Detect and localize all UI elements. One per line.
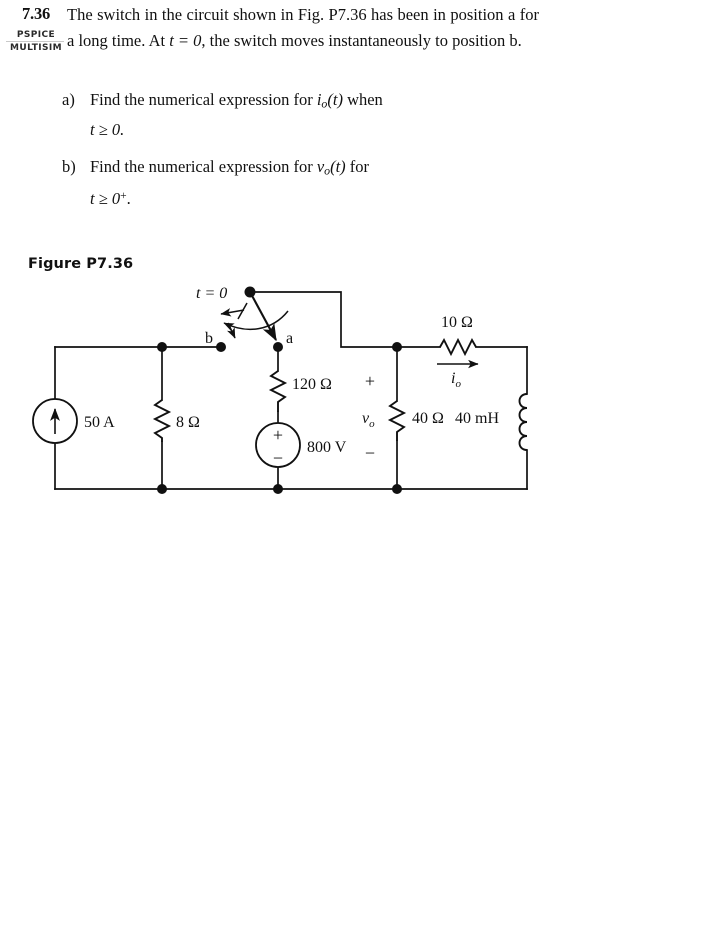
part-a-condition: t ≥ 0. <box>90 120 125 140</box>
voltage-source-plus-sign: + <box>273 425 283 445</box>
wire-pivot-to-right-node <box>249 291 398 348</box>
problem-part-a: a) Find the numerical expression for io(… <box>62 87 538 143</box>
resistor-40-label: 40 Ω <box>412 410 444 427</box>
switch-terminal-a-node <box>273 342 283 352</box>
resistor-8-label: 8 Ω <box>176 414 200 431</box>
resistor-40-symbol <box>387 400 407 441</box>
problem-statement: The switch in the circuit shown in Fig. … <box>67 2 539 53</box>
node-bottom-left <box>157 484 167 494</box>
switch-terminal-b-label: b <box>205 330 213 347</box>
statement-text-2: , the switch moves instantaneously to po… <box>201 30 522 50</box>
voltage-source-800-label: 800 V <box>307 439 347 456</box>
resistor-10-label: 10 Ω <box>441 314 473 331</box>
resistor-10-symbol <box>439 337 477 357</box>
simulation-badges: PSPICE MULTISIM <box>6 30 66 54</box>
node-bottom-right <box>392 484 402 494</box>
part-b-marker: b) <box>62 156 76 176</box>
resistor-120-label: 120 Ω <box>292 376 332 393</box>
switch-t0-pointer-icon <box>220 308 245 317</box>
current-source-label: 50 A <box>84 414 115 431</box>
inductor-40mh-label: 40 mH <box>455 410 499 427</box>
part-b-condition: t ≥ 0 <box>90 188 121 208</box>
statement-t-equals-zero: t = 0 <box>169 30 202 50</box>
resistor-120-symbol <box>268 370 288 412</box>
inductor-40mh-symbol <box>518 393 528 451</box>
vo-plus-sign: + <box>365 371 375 391</box>
resistor-8-symbol <box>152 399 172 442</box>
part-a-marker: a) <box>62 90 75 109</box>
problem-parts: a) Find the numerical expression for io(… <box>62 87 538 222</box>
part-b-text-2: for <box>345 156 370 176</box>
switch-motion-arc-icon <box>223 310 289 332</box>
figure-caption: Figure P7.36 <box>28 256 134 272</box>
multisim-badge: MULTISIM <box>10 43 62 54</box>
part-b-symbol-arg: (t) <box>330 156 346 176</box>
switch-time-label: t = 0 <box>196 285 227 302</box>
switch-arc-tick-icon <box>237 302 248 320</box>
node-bottom-mid <box>273 484 283 494</box>
problem-part-b: b) Find the numerical expression for vo(… <box>62 154 538 212</box>
switch-pivot-node <box>244 286 256 298</box>
part-a-text-1: Find the numerical expression for <box>90 90 317 109</box>
problem-number: 7.36 <box>22 4 51 23</box>
vo-minus-sign: − <box>365 443 375 463</box>
voltage-source-800-symbol <box>255 422 301 468</box>
pspice-badge: PSPICE <box>16 30 56 40</box>
switch-terminal-a-label: a <box>286 330 293 347</box>
page: 7.36 PSPICE MULTISIM The switch in the c… <box>0 0 705 943</box>
part-b-text-1: Find the numerical expression for <box>90 156 317 176</box>
part-a-symbol-arg: (t) <box>327 90 343 109</box>
node-top-right <box>392 342 402 352</box>
part-b-condition-end: . <box>126 188 131 208</box>
voltage-source-minus-sign: − <box>273 448 283 468</box>
switch-terminal-b-node <box>216 342 226 352</box>
switch-b-pointer-icon <box>227 322 236 339</box>
current-source-symbol <box>32 398 78 444</box>
current-io-label: io <box>451 370 461 390</box>
part-a-text-2: when <box>342 90 383 109</box>
voltage-vo-label: vo <box>362 410 375 430</box>
node-top-left <box>157 342 167 352</box>
badge-divider <box>6 41 64 43</box>
switch-blade <box>249 291 277 342</box>
